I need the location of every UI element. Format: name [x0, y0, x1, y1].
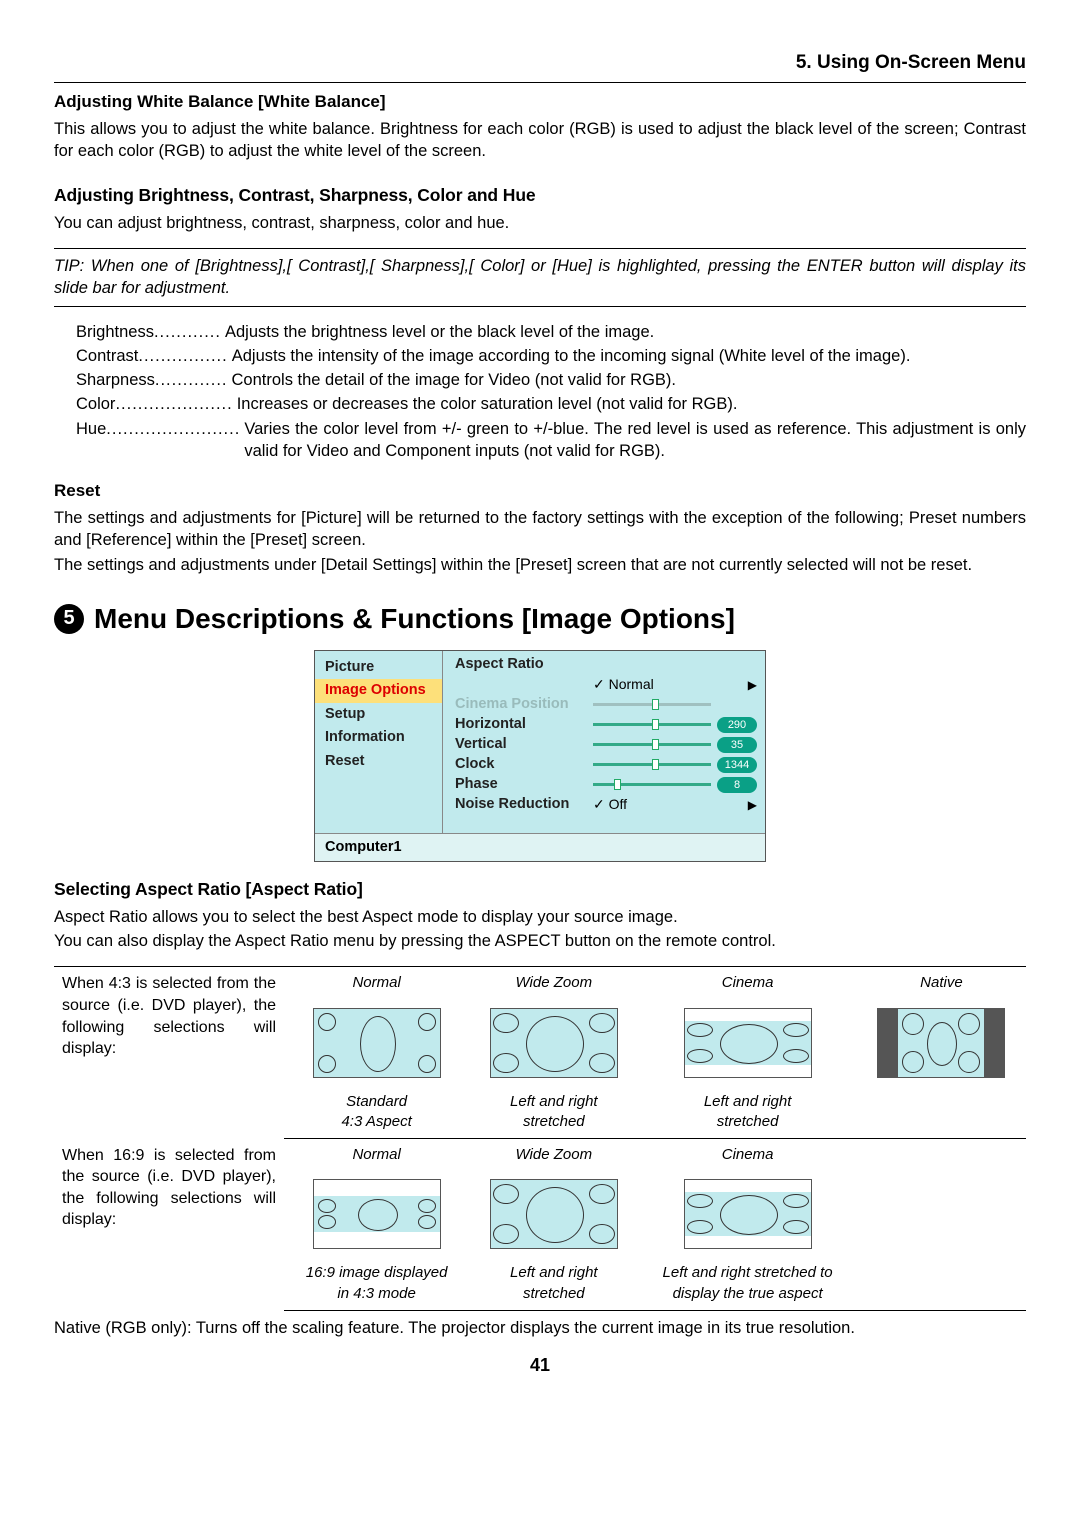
section-aspect-title: Selecting Aspect Ratio [Aspect Ratio]: [54, 878, 1026, 902]
section-adjust-body: You can adjust brightness, contrast, sha…: [54, 212, 1026, 234]
ar-hdr-normal: Normal: [284, 967, 469, 1000]
ar-hdr2-widezoom: Wide Zoom: [469, 1139, 638, 1172]
section-white-balance-body: This allows you to adjust the white bala…: [54, 118, 1026, 163]
ar-hdr2-normal: Normal: [284, 1139, 469, 1172]
def-sharpness: Sharpness.............Controls the detai…: [76, 369, 1026, 391]
osd-vertical: Vertical: [455, 735, 593, 755]
ar-hdr2-cinema: Cinema: [638, 1139, 857, 1172]
thumb-169-widezoom: [490, 1179, 618, 1249]
native-footnote: Native (RGB only): Turns off the scaling…: [54, 1317, 1026, 1339]
osd-main-panel: Aspect Ratio ✓ Normal ▶ Cinema Position H…: [443, 651, 765, 833]
section-aspect-p2: You can also display the Aspect Ratio me…: [54, 930, 1026, 952]
section-reset-p2: The settings and adjustments under [Deta…: [54, 554, 1026, 576]
osd-noise-reduction: Noise Reduction: [455, 795, 593, 815]
section-number-icon: 5: [54, 604, 84, 634]
osd-slider-phase: [593, 781, 711, 789]
osd-sidebar-image-options: Image Options: [315, 679, 442, 703]
chapter-header: 5. Using On-Screen Menu: [54, 50, 1026, 83]
main-heading: 5 Menu Descriptions & Functions [Image O…: [54, 600, 1026, 638]
ar-169-desc: When 16:9 is selected from the source (i…: [54, 1139, 284, 1311]
page-number: 41: [54, 1353, 1026, 1377]
arrow-right-icon: ▶: [748, 797, 757, 813]
osd-sidebar: Picture Image Options Setup Information …: [315, 651, 443, 833]
osd-aspect-value: ✓ Normal: [593, 675, 673, 694]
thumb-43-native: [877, 1008, 1005, 1078]
definition-list: Brightness............Adjusts the bright…: [76, 321, 1026, 463]
osd-clock: Clock: [455, 755, 593, 775]
section-aspect-p1: Aspect Ratio allows you to select the be…: [54, 906, 1026, 928]
def-hue: Hue........................Varies the co…: [76, 418, 1026, 463]
tip-box: TIP: When one of [Brightness],[ Contrast…: [54, 248, 1026, 307]
thumb-43-cinema: [684, 1008, 812, 1078]
osd-phase: Phase: [455, 775, 593, 795]
osd-badge-vertical: 35: [717, 737, 757, 753]
osd-slider-vertical: [593, 741, 711, 749]
ar-169-sub-widezoom: Left and rightstretched: [469, 1257, 638, 1310]
osd-sidebar-setup: Setup: [315, 703, 442, 727]
osd-sidebar-picture: Picture: [315, 656, 442, 680]
section-reset-title: Reset: [54, 480, 1026, 503]
thumb-169-normal: [313, 1179, 441, 1249]
aspect-ratio-table: When 4:3 is selected from the source (i.…: [54, 966, 1026, 1311]
osd-badge-horizontal: 290: [717, 717, 757, 733]
ar-43-sub-cinema: Left and rightstretched: [638, 1086, 857, 1139]
osd-slider-clock: [593, 761, 711, 769]
main-heading-text: Menu Descriptions & Functions [Image Opt…: [94, 600, 735, 638]
osd-badge-clock: 1344: [717, 757, 757, 773]
section-reset-p1: The settings and adjustments for [Pictur…: [54, 507, 1026, 552]
def-color: Color.....................Increases or d…: [76, 393, 1026, 415]
osd-nr-value: ✓ Off: [593, 795, 673, 814]
ar-169-sub-normal: 16:9 image displayedin 4:3 mode: [284, 1257, 469, 1310]
thumb-43-normal: [313, 1008, 441, 1078]
osd-footer: Computer1: [315, 833, 765, 862]
arrow-right-icon: ▶: [748, 677, 757, 693]
def-contrast: Contrast................Adjusts the inte…: [76, 345, 1026, 367]
thumb-43-widezoom: [490, 1008, 618, 1078]
osd-screenshot: Picture Image Options Setup Information …: [314, 650, 766, 863]
ar-hdr-cinema: Cinema: [638, 967, 857, 1000]
ar-hdr-widezoom: Wide Zoom: [469, 967, 638, 1000]
osd-slider-disabled: [593, 701, 711, 709]
section-adjust-title: Adjusting Brightness, Contrast, Sharpnes…: [54, 184, 1026, 208]
osd-title: Aspect Ratio: [455, 655, 593, 675]
ar-43-desc: When 4:3 is selected from the source (i.…: [54, 967, 284, 1139]
osd-slider-horizontal: [593, 721, 711, 729]
osd-sidebar-reset: Reset: [315, 750, 442, 774]
osd-badge-phase: 8: [717, 777, 757, 793]
ar-43-sub-widezoom: Left and rightstretched: [469, 1086, 638, 1139]
ar-169-sub-cinema: Left and right stretched todisplay the t…: [638, 1257, 857, 1310]
section-white-balance-title: Adjusting White Balance [White Balance]: [54, 91, 1026, 114]
osd-sidebar-information: Information: [315, 726, 442, 750]
def-brightness: Brightness............Adjusts the bright…: [76, 321, 1026, 343]
osd-cinema-position: Cinema Position: [455, 695, 593, 715]
ar-hdr-native: Native: [857, 967, 1026, 1000]
ar-43-sub-normal: Standard4:3 Aspect: [284, 1086, 469, 1139]
osd-horizontal: Horizontal: [455, 715, 593, 735]
thumb-169-cinema: [684, 1179, 812, 1249]
